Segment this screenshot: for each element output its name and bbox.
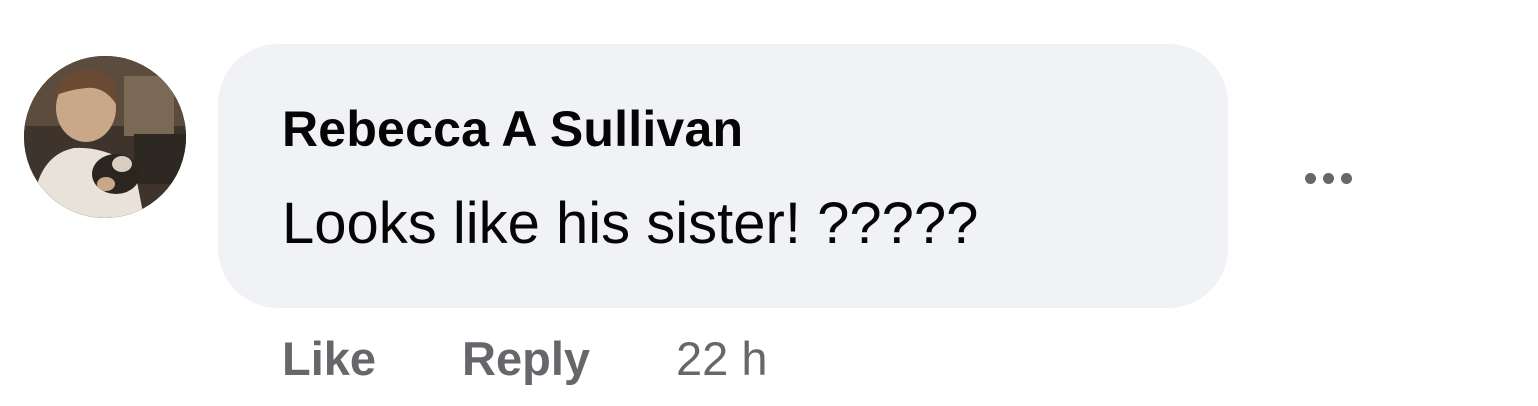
profile-photo [24,56,186,218]
comment-author[interactable]: Rebecca A Sullivan [282,100,743,158]
comment-actions: Like Reply 22 h [282,328,768,388]
comment-timestamp[interactable]: 22 h [676,331,767,386]
more-horizontal-icon [1322,172,1334,184]
comment-text: Looks like his sister! ????? [282,191,979,256]
more-horizontal-icon [1340,172,1352,184]
more-options-button[interactable] [1290,160,1366,196]
more-horizontal-icon [1304,172,1316,184]
avatar[interactable] [24,56,186,218]
comment-bubble: Rebecca A Sullivan Looks like his sister… [218,44,1228,308]
reply-button[interactable]: Reply [462,331,590,386]
like-button[interactable]: Like [282,331,376,386]
comment: Rebecca A Sullivan Looks like his sister… [0,0,1538,406]
